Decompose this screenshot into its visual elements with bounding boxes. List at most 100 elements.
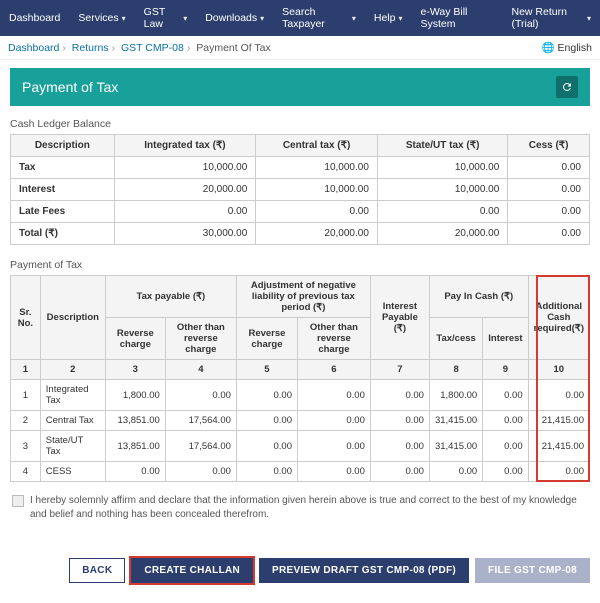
disclaimer-row: I hereby solemnly affirm and declare tha… (12, 494, 588, 522)
nav-search-taxpayer[interactable]: Search Taxpayer▾ (273, 0, 365, 36)
refresh-icon (561, 81, 573, 93)
th-otrc1: Other than reverse charge (165, 318, 236, 360)
th-n3: 3 (105, 360, 165, 380)
th-interest-payable: Interest Payable (₹) (370, 276, 429, 360)
pay-acr: 0.00 (528, 462, 589, 482)
crumb-returns[interactable]: Returns (72, 42, 109, 54)
pay-desc: State/UT Tax (40, 431, 105, 462)
pay-desc: Central Tax (40, 411, 105, 431)
ledger-label: Late Fees (11, 201, 115, 223)
th-n1: 1 (11, 360, 41, 380)
ledger-it: 30,000.00 (114, 223, 256, 245)
refresh-button[interactable] (556, 76, 578, 98)
ledger-st: 20,000.00 (377, 223, 507, 245)
payment-row: 4CESS0.000.000.000.000.000.000.000.00 (11, 462, 590, 482)
pay-otrc: 17,564.00 (165, 431, 236, 462)
pay-ip: 0.00 (370, 380, 429, 411)
th-n4: 4 (165, 360, 236, 380)
ledger-ct: 20,000.00 (256, 223, 378, 245)
nav-help[interactable]: Help▾ (365, 0, 412, 36)
nav-dashboard[interactable]: Dashboard (0, 0, 69, 36)
nav-new-return-trial-[interactable]: New Return (Trial)▾ (502, 0, 600, 36)
crumb-cmp08[interactable]: GST CMP-08 (121, 42, 184, 54)
pay-otrc: 0.00 (165, 462, 236, 482)
pay-adj-otrc: 0.00 (298, 462, 371, 482)
payment-table: Sr. No. Description Tax payable (₹) Adju… (10, 275, 590, 482)
caret-down-icon: ▾ (352, 14, 356, 23)
pay-adj-rc: 0.00 (236, 380, 297, 411)
th-interest: Interest (483, 318, 528, 360)
th-adjustment: Adjustment of negative liability of prev… (236, 276, 370, 318)
th-description: Description (11, 135, 115, 157)
ledger-ct: 10,000.00 (256, 179, 378, 201)
pay-adj-rc: 0.00 (236, 462, 297, 482)
th-rc1: Reverse charge (105, 318, 165, 360)
th-rc2: Reverse charge (236, 318, 297, 360)
caret-down-icon: ▾ (587, 14, 591, 23)
pay-int: 0.00 (483, 462, 528, 482)
create-challan-button[interactable]: CREATE CHALLAN (131, 558, 253, 583)
disclaimer-checkbox[interactable] (12, 495, 24, 507)
crumb-dashboard[interactable]: Dashboard (8, 42, 59, 54)
pay-adj-otrc: 0.00 (298, 411, 371, 431)
pay-adj-otrc: 0.00 (298, 380, 371, 411)
nav-services[interactable]: Services▾ (69, 0, 134, 36)
breadcrumb: Dashboard› Returns› GST CMP-08› Payment … (8, 42, 271, 54)
preview-draft-button[interactable]: PREVIEW DRAFT GST CMP-08 (PDF) (259, 558, 469, 583)
language-label: English (558, 42, 592, 54)
pay-int: 0.00 (483, 380, 528, 411)
th-n10: 10 (528, 360, 589, 380)
payment-row: 2Central Tax13,851.0017,564.000.000.000.… (11, 411, 590, 431)
ledger-row: Late Fees0.000.000.000.00 (11, 201, 590, 223)
disclaimer-text: I hereby solemnly affirm and declare tha… (30, 494, 588, 522)
pay-otrc: 0.00 (165, 380, 236, 411)
pay-desc: Integrated Tax (40, 380, 105, 411)
th-pay-in-cash: Pay In Cash (₹) (429, 276, 528, 318)
file-cmp08-button: FILE GST CMP-08 (475, 558, 590, 583)
th-n5: 5 (236, 360, 297, 380)
caret-down-icon: ▾ (122, 14, 126, 23)
caret-down-icon: ▾ (398, 14, 402, 23)
pay-int: 0.00 (483, 411, 528, 431)
pay-tc: 31,415.00 (429, 431, 482, 462)
ledger-label: Total (₹) (11, 223, 115, 245)
th-state-tax: State/UT tax (₹) (377, 135, 507, 157)
ledger-cess: 0.00 (508, 179, 590, 201)
nav-e-way-bill-system[interactable]: e-Way Bill System (412, 0, 503, 36)
th-desc: Description (40, 276, 105, 360)
pay-acr: 0.00 (528, 380, 589, 411)
pay-sr: 2 (11, 411, 41, 431)
pay-otrc: 17,564.00 (165, 411, 236, 431)
pay-ip: 0.00 (370, 431, 429, 462)
pay-tc: 31,415.00 (429, 411, 482, 431)
payment-row: 1Integrated Tax1,800.000.000.000.000.001… (11, 380, 590, 411)
th-n6: 6 (298, 360, 371, 380)
pay-rc: 1,800.00 (105, 380, 165, 411)
top-nav: DashboardServices▾GST Law▾Downloads▾Sear… (0, 0, 600, 36)
th-central-tax: Central tax (₹) (256, 135, 378, 157)
th-n7: 7 (370, 360, 429, 380)
th-n8: 8 (429, 360, 482, 380)
ledger-cess: 0.00 (508, 201, 590, 223)
language-selector[interactable]: 🌐 English (542, 41, 592, 54)
nav-gst-law[interactable]: GST Law▾ (135, 0, 197, 36)
ledger-ct: 10,000.00 (256, 157, 378, 179)
pay-rc: 0.00 (105, 462, 165, 482)
pay-acr: 21,415.00 (528, 411, 589, 431)
pay-acr: 21,415.00 (528, 431, 589, 462)
ledger-ct: 0.00 (256, 201, 378, 223)
ledger-label: Tax (11, 157, 115, 179)
nav-downloads[interactable]: Downloads▾ (196, 0, 273, 36)
pay-tc: 0.00 (429, 462, 482, 482)
cash-ledger-label: Cash Ledger Balance (10, 118, 590, 130)
ledger-it: 0.00 (114, 201, 256, 223)
pay-sr: 4 (11, 462, 41, 482)
back-button[interactable]: BACK (69, 558, 125, 583)
pay-int: 0.00 (483, 431, 528, 462)
th-n2: 2 (40, 360, 105, 380)
caret-down-icon: ▾ (260, 14, 264, 23)
ledger-row: Tax10,000.0010,000.0010,000.000.00 (11, 157, 590, 179)
ledger-row: Total (₹)30,000.0020,000.0020,000.000.00 (11, 223, 590, 245)
crumb-current: Payment Of Tax (196, 42, 271, 54)
th-integrated-tax: Integrated tax (₹) (114, 135, 256, 157)
